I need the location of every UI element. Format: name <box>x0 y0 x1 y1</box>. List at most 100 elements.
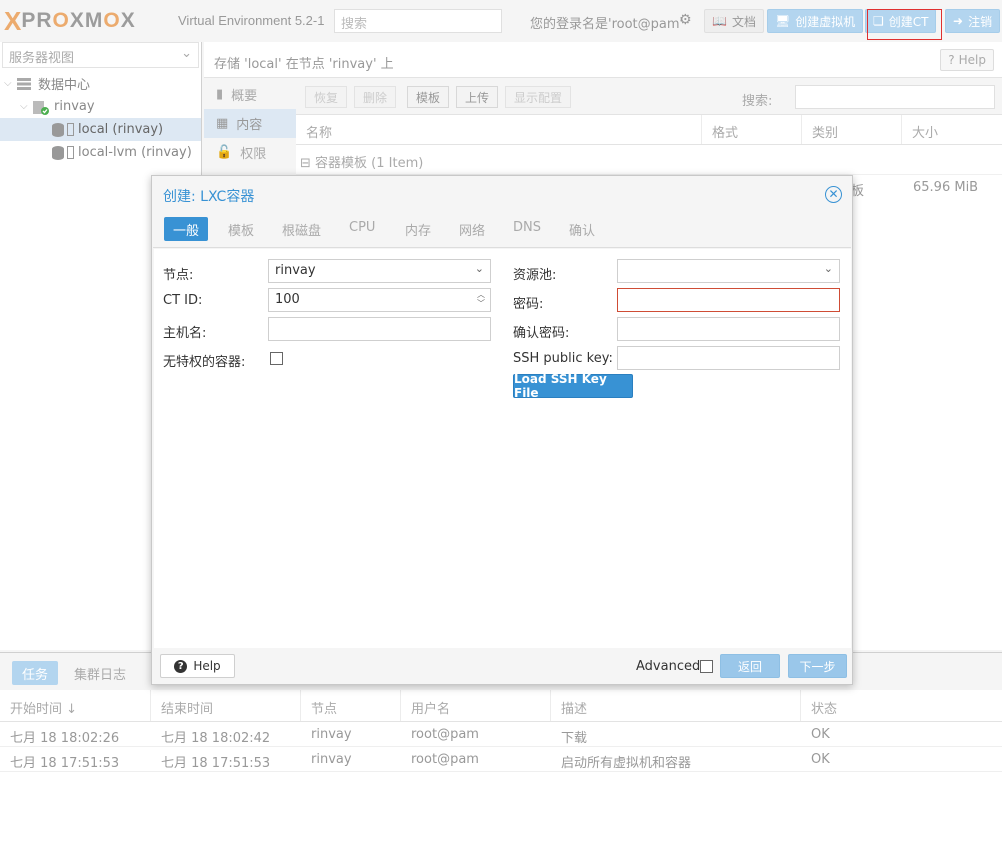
upload-button[interactable]: 上传 <box>456 86 499 108</box>
dialog-title: 创建: LXC容器 <box>163 189 255 205</box>
subnav-label: 概要 <box>231 89 258 104</box>
show-config-button[interactable]: 显示配置 <box>505 86 572 108</box>
tree-item-datacenter[interactable]: ⌵ 数据中心 <box>0 72 201 95</box>
column-header-status[interactable]: 状态 <box>801 690 1001 721</box>
tab-dns[interactable]: DNS <box>504 217 550 241</box>
dialog-help-button[interactable]: ? Help <box>160 654 235 678</box>
tab-confirm[interactable]: 确认 <box>560 217 604 241</box>
collapse-icon[interactable]: ⊟ <box>300 156 311 171</box>
subnav-item-summary[interactable]: ▮ 概要 <box>204 80 296 109</box>
proxmox-logo[interactable]: X PROXMOX <box>4 5 136 36</box>
cell-desc: 下载 <box>561 731 588 746</box>
close-icon[interactable]: ✕ <box>825 186 842 203</box>
column-header-end-time[interactable]: 结束时间 <box>151 690 301 721</box>
hostname-input[interactable] <box>268 317 491 341</box>
expand-toggle-icon[interactable]: ⌵ <box>20 101 32 112</box>
global-search-input[interactable]: 搜索 <box>334 9 502 33</box>
server-view-select[interactable]: 服务器视图 ⌄ <box>2 42 199 68</box>
pool-select[interactable]: ⌄ <box>617 259 840 283</box>
tree-item-storage-local-lvm[interactable]: local-lvm (rinvay) <box>0 141 201 164</box>
group-row-container-templates[interactable]: ⊟ 容器模板 (1 Item) <box>296 145 1002 175</box>
chevron-down-icon[interactable]: ⌄ <box>475 262 484 275</box>
tab-cluster-log[interactable]: 集群日志 <box>64 661 136 685</box>
cell-user: root@pam <box>411 727 479 742</box>
create-lxc-dialog: 创建: LXC容器 ✕ 一般 模板 根磁盘 CPU 内存 网络 DNS 确认 节… <box>151 175 853 685</box>
version-label: Virtual Environment 5.2-1 <box>178 13 325 28</box>
column-header-node[interactable]: 节点 <box>301 690 401 721</box>
highlight-box <box>867 9 942 40</box>
question-circle-icon: ? <box>174 659 188 673</box>
cell-node: rinvay <box>311 752 352 767</box>
tree-item-label: rinvay <box>54 99 95 114</box>
spinner-arrows-icon[interactable]: ︿ ﹀ <box>477 290 485 308</box>
tab-template[interactable]: 模板 <box>219 217 263 241</box>
tab-root-disk[interactable]: 根磁盘 <box>273 217 330 241</box>
cell-user: root@pam <box>411 752 479 767</box>
docs-button[interactable]: 📖 文档 <box>704 9 764 33</box>
subnav-label: 权限 <box>240 147 267 162</box>
expand-toggle-icon[interactable]: ⌵ <box>4 78 16 89</box>
cell-node: rinvay <box>311 727 352 742</box>
tab-cpu[interactable]: CPU <box>340 217 384 241</box>
sign-out-icon: ➜ <box>953 14 964 28</box>
content-header: 存储 'local' 在节点 'rinvay' 上 ? Help <box>204 42 1002 78</box>
column-header-name[interactable]: 名称 <box>296 115 702 144</box>
server-view-label: 服务器视图 <box>9 51 75 66</box>
ssh-key-input[interactable] <box>617 346 840 370</box>
logout-button[interactable]: ➜ 注销 <box>945 9 1001 33</box>
load-ssh-key-button[interactable]: Load SSH Key File <box>513 372 633 400</box>
cell-desc: 启动所有虚拟机和容器 <box>561 756 692 771</box>
logout-label: 注销 <box>968 14 993 29</box>
column-header-description[interactable]: 描述 <box>551 690 801 721</box>
column-header-format[interactable]: 格式 <box>702 115 802 144</box>
content-search-input[interactable] <box>795 85 995 109</box>
subnav-item-permissions[interactable]: 🔓 权限 <box>204 138 296 167</box>
tab-memory[interactable]: 内存 <box>396 217 440 241</box>
hostname-label: 主机名: <box>163 326 207 341</box>
password-input[interactable] <box>617 288 840 312</box>
confirm-password-input[interactable] <box>617 317 840 341</box>
subnav-item-content[interactable]: ▦ 内容 <box>204 109 296 138</box>
logo-x-mark: X <box>4 5 21 36</box>
chevron-down-icon[interactable]: ⌄ <box>824 262 833 275</box>
cell-start: 七月 18 17:51:53 <box>10 756 120 771</box>
tab-network[interactable]: 网络 <box>450 217 494 241</box>
unprivileged-checkbox[interactable] <box>270 352 283 365</box>
advanced-label: Advanced <box>636 659 701 674</box>
restore-button[interactable]: 恢复 <box>305 86 348 108</box>
content-help-button[interactable]: ? Help <box>940 49 994 71</box>
dialog-footer: ? Help Advanced 返回 下一步 <box>153 649 851 684</box>
pool-label: 资源池: <box>513 268 557 283</box>
tree-item-node-rinvay[interactable]: ⌵ rinvay <box>0 95 201 118</box>
table-row[interactable]: 七月 18 17:51:53 七月 18 17:51:53 rinvay roo… <box>0 747 1002 772</box>
database-icon <box>52 122 64 137</box>
tab-general[interactable]: 一般 <box>164 217 209 241</box>
tree-item-label: 数据中心 <box>38 78 91 93</box>
create-vm-label: 创建虚拟机 <box>795 14 856 29</box>
confirm-password-label: 确认密码: <box>513 326 570 341</box>
dialog-help-label: Help <box>193 659 221 673</box>
gear-icon[interactable]: ⚙ <box>679 12 692 28</box>
database-icon <box>52 145 64 160</box>
column-header-size[interactable]: 大小 <box>902 115 1002 144</box>
column-header-type[interactable]: 类别 <box>802 115 902 144</box>
login-user-label: 您的登录名是'root@pam' <box>530 17 684 32</box>
tab-tasks[interactable]: 任务 <box>12 661 59 685</box>
remove-button[interactable]: 删除 <box>354 86 397 108</box>
ctid-input[interactable]: 100 ︿ ﹀ <box>268 288 491 312</box>
docs-button-label: 文档 <box>731 14 756 29</box>
next-button[interactable]: 下一步 <box>788 654 847 678</box>
back-button[interactable]: 返回 <box>720 654 780 678</box>
tree-item-storage-local[interactable]: local (rinvay) <box>0 118 201 141</box>
column-header-start-time[interactable]: 开始时间 ↓ <box>0 690 151 721</box>
table-row[interactable]: 七月 18 18:02:26 七月 18 18:02:42 rinvay roo… <box>0 722 1002 747</box>
row-size-cell: 65.96 MiB <box>913 180 979 195</box>
create-vm-button[interactable]: 🖥 创建虚拟机 <box>767 9 864 33</box>
column-header-user[interactable]: 用户名 <box>401 690 551 721</box>
task-grid-header: 开始时间 ↓ 结束时间 节点 用户名 描述 状态 <box>0 690 1002 722</box>
advanced-checkbox[interactable] <box>700 660 713 673</box>
cell-start: 七月 18 18:02:26 <box>10 731 120 746</box>
ctid-label: CT ID: <box>163 293 203 308</box>
node-select[interactable]: rinvay ⌄ <box>268 259 491 283</box>
templates-button[interactable]: 模板 <box>407 86 450 108</box>
